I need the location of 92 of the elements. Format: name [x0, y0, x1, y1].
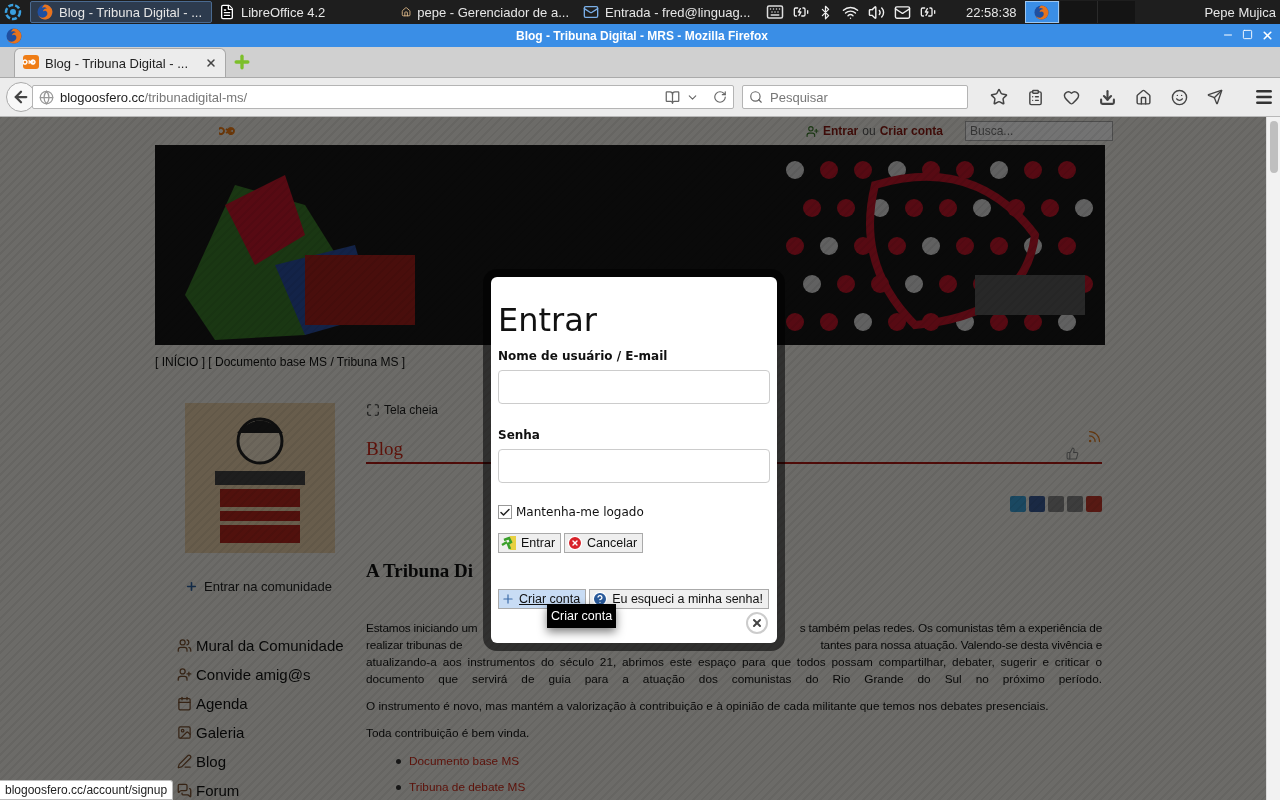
search-input[interactable]: Pesquisar: [768, 88, 958, 106]
reader-icon[interactable]: [665, 89, 680, 105]
menu-link[interactable]: Galeria: [177, 721, 245, 743]
paragraph-text: realizar tribunas de: [366, 637, 463, 654]
app-icon: [6, 27, 22, 44]
close-icon[interactable]: [205, 57, 217, 69]
status-bar: blogoosfero.cc/account/signup: [0, 780, 174, 800]
menu-icon[interactable]: [1254, 87, 1274, 107]
app-icon: [37, 4, 53, 20]
runner-icon: [501, 535, 517, 551]
paragraph-text: atualizando-a aos instrumentos do século 21, abrimos este espaço para que todos possam compartilhar, debater, sugerir e criticar o: [366, 654, 1102, 671]
article-title: A Tribuna Di: [366, 560, 473, 582]
menu-link[interactable]: Forum: [177, 779, 240, 800]
menu-link[interactable]: Blog: [177, 750, 227, 772]
remember-checkbox[interactable]: [498, 505, 512, 519]
taskbar-button[interactable]: Entrada - fred@linguag...: [576, 1, 758, 23]
app-icon: [1034, 4, 1050, 20]
login-button[interactable]: Entrar: [498, 533, 562, 553]
breadcrumb: [ INÍCIO ] [ Documento base MS / Tribuna MS ]: [155, 355, 406, 369]
bullet-icon: [396, 784, 401, 790]
plus-icon: [501, 592, 515, 606]
user-name[interactable]: Pepe Mujica: [1204, 4, 1276, 20]
search-field[interactable]: Busca...: [965, 121, 1113, 141]
document-link[interactable]: Documento base MS: [409, 754, 520, 768]
join-link[interactable]: Entrar na comunidade: [185, 579, 332, 594]
globe-icon: [39, 89, 54, 105]
tooltip: Criar conta: [547, 604, 617, 628]
maximize-icon[interactable]: [1242, 29, 1253, 40]
menu-item-icon: [177, 782, 192, 798]
window-title: Blog - Tribuna Digital - MRS - Mozilla Firefox: [515, 28, 769, 43]
taskbar-button[interactable]: Blog - Tribuna Digital - ...: [30, 1, 212, 23]
field-label: Nome de usuário / E-mail: [498, 349, 669, 363]
paragraph-text: Estamos iniciando um: [366, 620, 478, 637]
bullet-icon: [396, 758, 401, 764]
menu-link[interactable]: Agenda: [177, 692, 248, 714]
paragraph-text: Toda contribuição é bem vinda.: [366, 725, 531, 742]
launcher-icon[interactable]: [4, 3, 22, 21]
taskbar-button[interactable]: LibreOffice 4.2: [212, 1, 394, 23]
menu-item-icon: [177, 724, 192, 740]
list-icon[interactable]: [1027, 88, 1044, 106]
cancel-button[interactable]: Cancelar: [564, 533, 644, 553]
menu-item-icon: [177, 637, 192, 653]
search-field[interactable]: Pesquisar: [742, 85, 968, 109]
paragraph-text: tantes para nossa atuação. Valendo-se desta vivência e: [820, 637, 1102, 654]
reload-icon[interactable]: [713, 90, 727, 104]
bookmark-icon[interactable]: [990, 88, 1008, 106]
close-button[interactable]: [746, 612, 768, 634]
menu-item-icon: [177, 695, 192, 711]
mail-icon[interactable]: [894, 3, 911, 21]
expand-icon: [366, 403, 380, 417]
dialog-title: Entrar: [498, 301, 598, 339]
address-field[interactable]: blogoosfero.cc/tribunadigital-ms/: [32, 85, 734, 109]
mail-icon: [583, 4, 599, 20]
username-field[interactable]: [498, 370, 770, 404]
signup-button[interactable]: Criar conta: [498, 589, 587, 609]
clock: 22:58:38: [966, 4, 1017, 20]
browser-tab[interactable]: Blog - Tribuna Digital - ...: [14, 48, 226, 77]
menu-item-icon: [177, 753, 192, 769]
taskbar-button[interactable]: pepe - Gerenciador de a...: [394, 1, 576, 23]
menu-link[interactable]: Convide amig@s: [177, 663, 311, 685]
blog-title: Blog: [366, 438, 403, 460]
battery-icon[interactable]: [793, 4, 809, 20]
plus-icon: [185, 580, 198, 593]
fullscreen-link[interactable]: Tela cheia: [366, 403, 439, 417]
field-label: Senha: [498, 428, 541, 442]
cancel-icon: [567, 535, 584, 551]
password-field[interactable]: [498, 449, 770, 483]
scrollbar-thumb[interactable]: [1269, 121, 1278, 173]
close-icon: [751, 617, 763, 629]
paragraph-text: O instrumento é novo, mas mantém a valorização à contribuição e à opinião de cada militante que temos nos debates presenciais.: [366, 698, 1050, 715]
infinity-icon: [23, 55, 39, 71]
volume-icon[interactable]: [868, 3, 885, 21]
user-icon: [805, 124, 819, 138]
menu-item-icon: [177, 666, 192, 682]
separator-text: ou: [862, 124, 876, 138]
download-icon[interactable]: [1099, 88, 1116, 106]
paragraph-text: documento que servirá de guia para a atuação dos comunistas do Rio Grande do Sul no próximo período.: [366, 671, 1102, 688]
send-icon[interactable]: [1207, 89, 1223, 105]
battery-icon[interactable]: [920, 4, 936, 20]
paragraph-text: s também pelas redes. Os comunistas têm a experiência de: [799, 620, 1102, 637]
checkbox-label: Mantenha-me logado: [516, 505, 644, 519]
forgot-password-button[interactable]: Eu esqueci a minha senha!: [589, 589, 769, 609]
document-link[interactable]: Tribuna de debate MS: [409, 780, 526, 794]
workspace-button[interactable]: [1058, 1, 1097, 23]
keyboard-icon[interactable]: [766, 3, 784, 21]
home-icon[interactable]: [1135, 88, 1152, 106]
login-link[interactable]: Entrar: [822, 124, 859, 138]
document-icon: [219, 4, 235, 20]
menu-link[interactable]: Mural da Comunidade: [177, 634, 344, 656]
search-icon: [749, 90, 763, 104]
signup-link[interactable]: Criar conta: [879, 124, 943, 138]
scrollbar[interactable]: [1266, 117, 1280, 800]
